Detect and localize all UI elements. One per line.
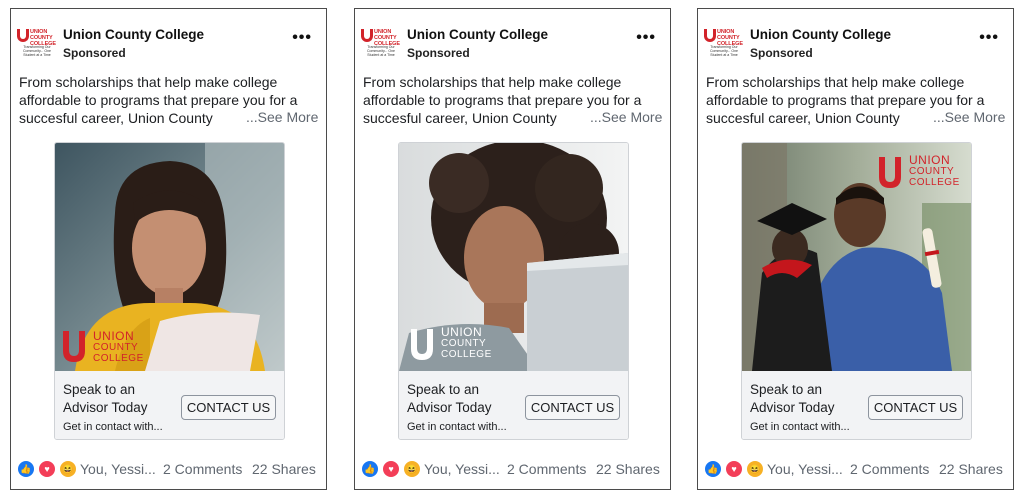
reaction-names[interactable]: You, Yessi...: [424, 461, 500, 477]
love-reaction-icon[interactable]: ♥: [39, 461, 55, 477]
ad-post-card: UNION COUNTY COLLEGE Transforming Our Co…: [697, 8, 1014, 490]
ad-footer: Speak to an Advisor Today Get in contact…: [742, 371, 971, 439]
page-name-link[interactable]: Union County College: [63, 27, 204, 42]
ad-post-card: UNION COUNTY COLLEGE Transforming Our Co…: [354, 8, 671, 490]
post-text-line: affordable to programs that prepare you …: [19, 92, 298, 108]
see-more-link[interactable]: ...See More: [246, 109, 318, 125]
ad-creative[interactable]: UNION COUNTY COLLEGE Speak to an Advisor…: [741, 142, 972, 440]
brand-text: COUNTY: [441, 338, 487, 349]
more-options-icon[interactable]: •••: [292, 29, 312, 47]
cta-description: Get in contact with...: [750, 421, 850, 433]
sponsored-label: Sponsored: [750, 46, 813, 60]
ad-creative[interactable]: UNION COUNTY COLLEGE Speak to an Advisor…: [398, 142, 629, 440]
ad-footer: Speak to an Advisor Today Get in contact…: [399, 371, 628, 439]
love-reaction-icon[interactable]: ♥: [726, 461, 742, 477]
brand-text: COUNTY: [93, 342, 139, 353]
brand-text: UNION: [93, 329, 135, 343]
cta-headline: Speak to an Advisor Today: [63, 382, 148, 415]
brand-text: UNION: [909, 153, 951, 167]
more-options-icon[interactable]: •••: [979, 29, 999, 47]
post-text-line: From scholarships that help make college: [363, 74, 622, 90]
shares-count[interactable]: 22 Shares: [596, 461, 660, 477]
contact-us-button[interactable]: CONTACT US: [181, 395, 276, 420]
ad-footer: Speak to an Advisor Today Get in contact…: [55, 371, 284, 439]
sponsored-label: Sponsored: [407, 46, 470, 60]
haha-reaction-icon[interactable]: 😆: [404, 461, 420, 477]
reaction-names[interactable]: You, Yessi...: [767, 461, 843, 477]
see-more-link[interactable]: ...See More: [933, 109, 1005, 125]
shares-count[interactable]: 22 Shares: [252, 461, 316, 477]
reaction-names[interactable]: You, Yessi...: [80, 461, 156, 477]
sponsored-label: Sponsored: [63, 46, 126, 60]
haha-reaction-icon[interactable]: 😆: [747, 461, 763, 477]
post-header: UNION COUNTY COLLEGE Transforming Our Co…: [355, 9, 670, 71]
graduates-hugging-photo[interactable]: UNION COUNTY COLLEGE: [742, 143, 971, 371]
brand-text: UNION: [441, 325, 483, 339]
page-name-link[interactable]: Union County College: [750, 27, 891, 42]
post-text-line: affordable to programs that prepare you …: [706, 92, 985, 108]
more-options-icon[interactable]: •••: [636, 29, 656, 47]
logo-tagline: Transforming Our Community... One Studen…: [367, 45, 395, 57]
ad-post-card: UNION COUNTY COLLEGE Transforming Our Co…: [10, 8, 327, 490]
post-text-line: affordable to programs that prepare you …: [363, 92, 642, 108]
woman-laptop-illustration: [399, 143, 628, 371]
woman-laptop-photo[interactable]: UNION COUNTY COLLEGE: [399, 143, 628, 371]
ad-creative[interactable]: UNION COUNTY COLLEGE Speak to an Advisor…: [54, 142, 285, 440]
woman-reading-photo[interactable]: UNION COUNTY COLLEGE: [55, 143, 284, 371]
post-text-line: From scholarships that help make college: [706, 74, 965, 90]
haha-reaction-icon[interactable]: 😆: [60, 461, 76, 477]
shares-count[interactable]: 22 Shares: [939, 461, 1003, 477]
post-header: UNION COUNTY COLLEGE Transforming Our Co…: [11, 9, 326, 71]
logo-u-mark: [361, 29, 373, 42]
post-header: UNION COUNTY COLLEGE Transforming Our Co…: [698, 9, 1013, 71]
college-logo[interactable]: UNION COUNTY COLLEGE Transforming Our Co…: [17, 27, 57, 63]
brand-text: COLLEGE: [93, 353, 144, 364]
woman-reading-illustration: [55, 143, 284, 371]
brand-text: COLLEGE: [909, 177, 960, 188]
logo-u-mark: [17, 29, 29, 42]
see-more-link[interactable]: ...See More: [590, 109, 662, 125]
comments-count[interactable]: 2 Comments: [163, 461, 242, 477]
cta-description: Get in contact with...: [63, 421, 163, 433]
cta-headline: Speak to an Advisor Today: [750, 382, 835, 415]
brand-text: COLLEGE: [441, 349, 492, 360]
college-logo[interactable]: UNION COUNTY COLLEGE Transforming Our Co…: [361, 27, 401, 63]
like-reaction-icon[interactable]: 👍: [362, 461, 378, 477]
like-reaction-icon[interactable]: 👍: [18, 461, 34, 477]
cta-description: Get in contact with...: [407, 421, 507, 433]
contact-us-button[interactable]: CONTACT US: [868, 395, 963, 420]
reactions-bar: 👍 ♥ 😆 You, Yessi... 2 Comments 22 Shares: [18, 460, 323, 480]
cta-headline: Speak to an Advisor Today: [407, 382, 492, 415]
reactions-bar: 👍 ♥ 😆 You, Yessi... 2 Comments 22 Shares: [705, 460, 1010, 480]
brand-text: COUNTY: [909, 166, 955, 177]
comments-count[interactable]: 2 Comments: [507, 461, 586, 477]
contact-us-button[interactable]: CONTACT US: [525, 395, 620, 420]
post-text-line: From scholarships that help make college: [19, 74, 278, 90]
like-reaction-icon[interactable]: 👍: [705, 461, 721, 477]
logo-tagline: Transforming Our Community... One Studen…: [23, 45, 51, 57]
page-name-link[interactable]: Union County College: [407, 27, 548, 42]
logo-tagline: Transforming Our Community... One Studen…: [710, 45, 738, 57]
logo-u-mark: [704, 29, 716, 42]
college-logo[interactable]: UNION COUNTY COLLEGE Transforming Our Co…: [704, 27, 744, 63]
comments-count[interactable]: 2 Comments: [850, 461, 929, 477]
love-reaction-icon[interactable]: ♥: [383, 461, 399, 477]
reactions-bar: 👍 ♥ 😆 You, Yessi... 2 Comments 22 Shares: [362, 460, 667, 480]
